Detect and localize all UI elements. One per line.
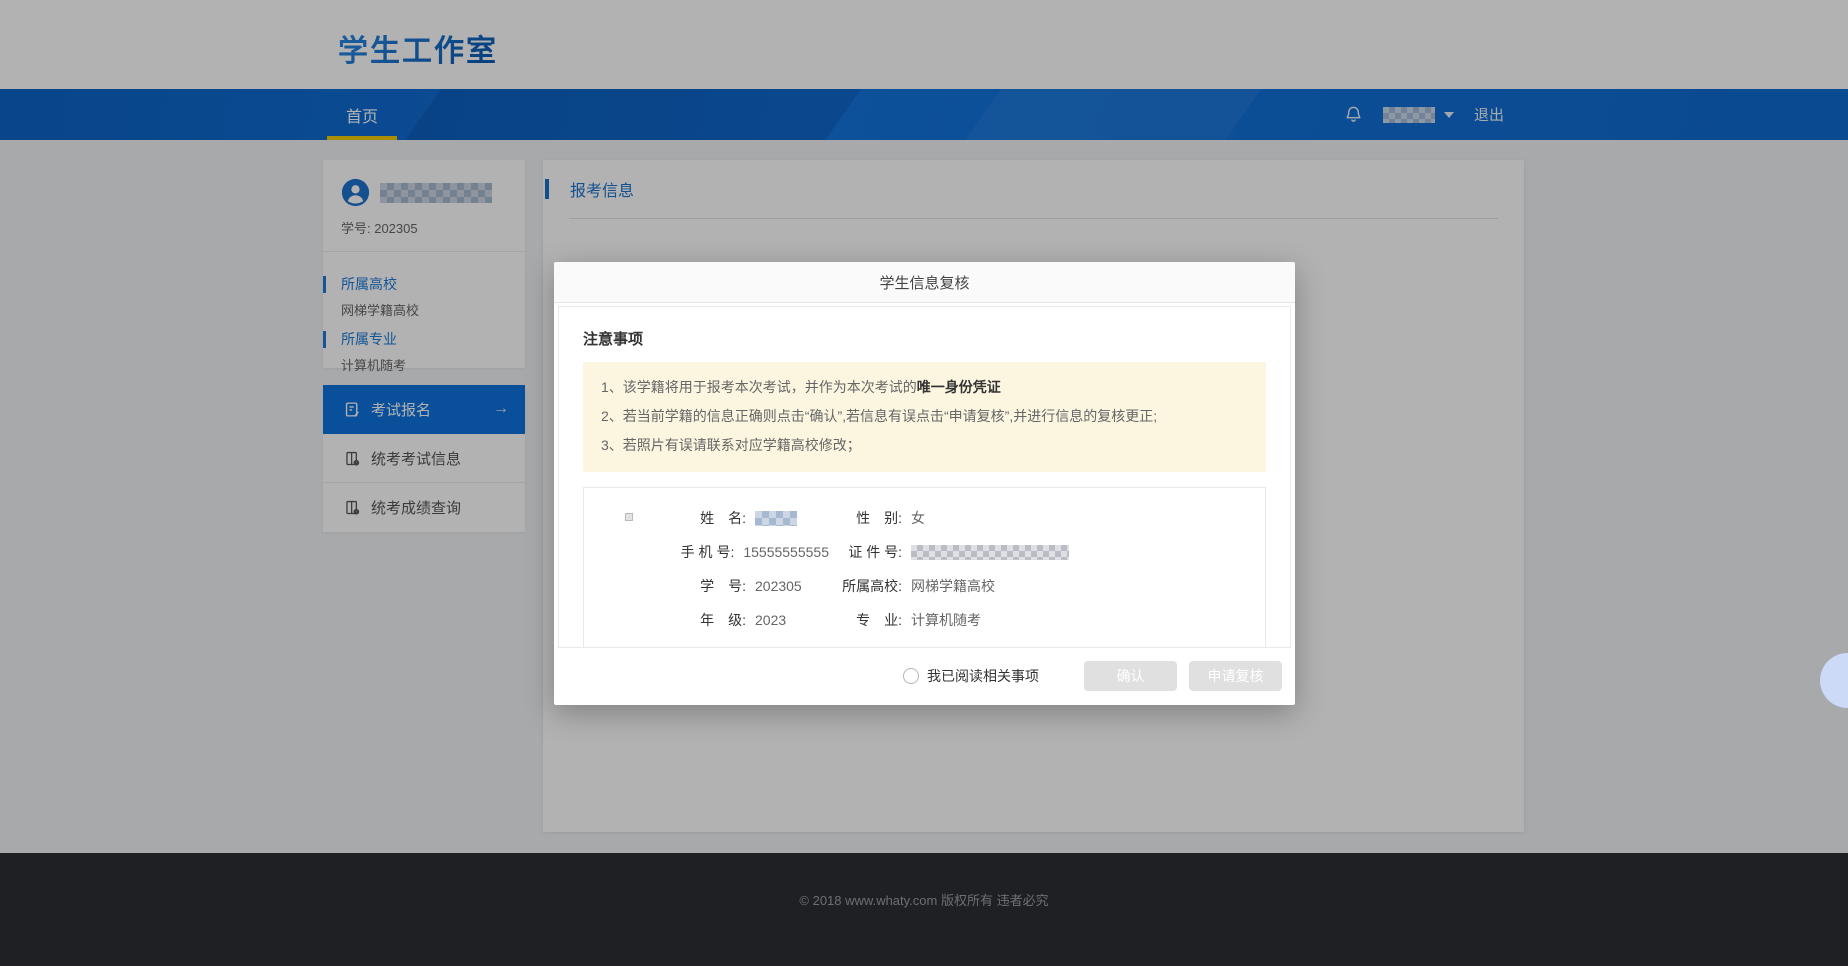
- id-number-label: 证 件 号:: [836, 542, 902, 562]
- info-row: 年 级: 2023 专 业: 计算机随考: [584, 603, 1265, 637]
- confirm-button[interactable]: 确认: [1084, 661, 1177, 691]
- student-info-review-modal: 学生信息复核 注意事项 1、该学籍将用于报考本次考试，并作为本次考试的唯一身份凭…: [554, 262, 1295, 705]
- notice-item-2: 2、若当前学籍的信息正确则点击“确认”,若信息有误点击“申请复核”,并进行信息的…: [601, 402, 1248, 431]
- notice-heading: 注意事项: [583, 328, 1266, 349]
- name-value-redacted: [755, 511, 797, 526]
- info-row: 姓 名: 性 别: 女: [584, 501, 1265, 535]
- agree-checkbox-group[interactable]: 我已阅读相关事项: [903, 666, 1039, 686]
- info-row: 手 机 号: 15555555555 证 件 号:: [584, 535, 1265, 569]
- gender-label: 性 别:: [836, 508, 902, 528]
- major-label: 专 业:: [836, 610, 902, 630]
- gender-value: 女: [911, 508, 925, 528]
- apply-review-button[interactable]: 申请复核: [1189, 661, 1282, 691]
- agree-label: 我已阅读相关事项: [927, 666, 1039, 686]
- broken-photo-icon: [625, 513, 633, 521]
- student-no-value: 202305: [755, 578, 802, 594]
- info-row: 学 号: 202305 所属高校: 网梯学籍高校: [584, 569, 1265, 603]
- modal-footer: 我已阅读相关事项 确认 申请复核: [554, 648, 1295, 704]
- agree-radio[interactable]: [903, 668, 919, 684]
- notice-item-1: 1、该学籍将用于报考本次考试，并作为本次考试的唯一身份凭证: [601, 373, 1248, 402]
- notice-box: 1、该学籍将用于报考本次考试，并作为本次考试的唯一身份凭证 2、若当前学籍的信息…: [583, 362, 1266, 472]
- student-info-panel: 姓 名: 性 别: 女 手 机 号: 15555555555 证 件 号:: [583, 487, 1266, 648]
- school-label: 所属高校:: [836, 576, 902, 596]
- name-label: 姓 名:: [680, 508, 746, 528]
- phone-label: 手 机 号:: [680, 542, 734, 562]
- grade-label: 年 级:: [680, 610, 746, 630]
- student-no-label: 学 号:: [680, 576, 746, 596]
- phone-value: 15555555555: [743, 544, 829, 560]
- grade-value: 2023: [755, 612, 786, 628]
- id-number-redacted: [911, 545, 1069, 560]
- notice-item-3: 3、若照片有误请联系对应学籍高校修改；: [601, 431, 1248, 460]
- modal-title: 学生信息复核: [554, 262, 1295, 303]
- major-value: 计算机随考: [911, 610, 981, 630]
- school-value: 网梯学籍高校: [911, 576, 995, 596]
- modal-body: 注意事项 1、该学籍将用于报考本次考试，并作为本次考试的唯一身份凭证 2、若当前…: [558, 306, 1291, 648]
